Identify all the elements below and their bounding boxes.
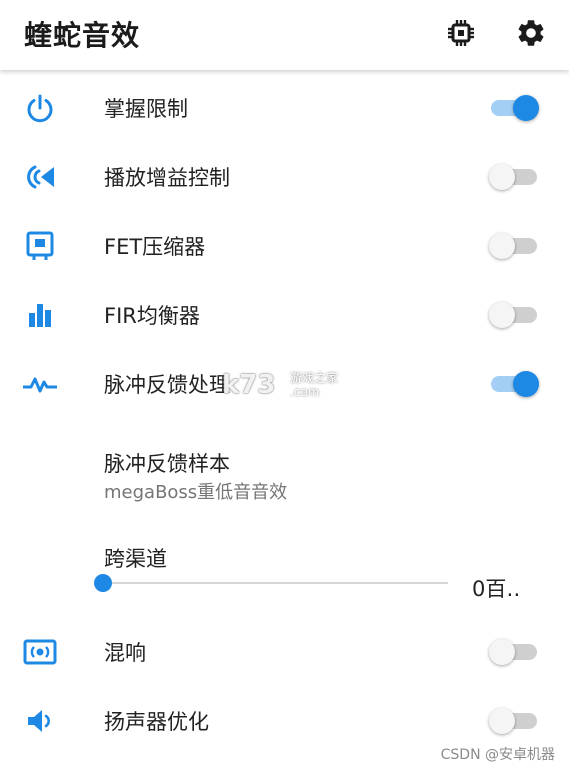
playback-gain-row[interactable]: 播放增益控制	[0, 142, 569, 212]
reverb-icon	[22, 634, 58, 670]
impulse-sample-item[interactable]: 脉冲反馈样本 megaBoss重低音音效	[0, 430, 569, 510]
speaker-icon	[22, 703, 58, 739]
toggle-thumb	[489, 708, 515, 734]
speaker-optimization-toggle[interactable]	[489, 708, 539, 734]
crossfeed-label: 跨渠道	[104, 547, 167, 571]
reverb-row[interactable]: 混响	[0, 617, 569, 687]
k73-watermark-sub: 游戏之家 .com	[290, 371, 338, 399]
impulse-sample-value: megaBoss重低音音效	[104, 482, 288, 503]
csdn-watermark: CSDN @安卓机器	[440, 747, 555, 763]
impulse-response-toggle[interactable]	[491, 371, 539, 397]
fir-equalizer-row[interactable]: FIR均衡器	[0, 280, 569, 350]
playback-gain-label: 播放增益控制	[104, 166, 230, 190]
equalizer-bars-icon	[22, 297, 58, 333]
crossfeed-slider-track[interactable]	[103, 582, 448, 584]
toggle-thumb	[489, 164, 515, 190]
reverb-label: 混响	[104, 641, 146, 665]
toggle-thumb	[489, 639, 515, 665]
fet-compressor-toggle[interactable]	[489, 233, 539, 259]
limiter-row[interactable]: 掌握限制	[0, 73, 569, 143]
playback-gain-toggle[interactable]	[489, 164, 539, 190]
cpu-chip-icon	[448, 20, 474, 46]
crossfeed-slider-thumb[interactable]	[94, 574, 112, 592]
limiter-toggle[interactable]	[491, 95, 539, 121]
fet-compressor-row[interactable]: FET压缩器	[0, 211, 569, 281]
k73-watermark: k73	[222, 370, 276, 400]
fet-compressor-label: FET压缩器	[104, 235, 206, 259]
volume-gain-icon	[22, 159, 58, 195]
toggle-thumb	[513, 371, 539, 397]
toggle-thumb	[489, 233, 515, 259]
reverb-toggle[interactable]	[489, 639, 539, 665]
cpu-chip-button[interactable]	[444, 16, 478, 50]
watermark-line2: .com	[290, 385, 320, 399]
page-title: 蝰蛇音效	[24, 19, 141, 52]
toggle-thumb	[489, 302, 515, 328]
compressor-icon	[22, 228, 58, 264]
crossfeed-value: 0百‥	[472, 577, 521, 601]
toggle-thumb	[513, 95, 539, 121]
impulse-response-row[interactable]: 脉冲反馈处理	[0, 349, 569, 419]
gear-icon	[518, 20, 544, 46]
power-icon	[22, 90, 58, 126]
speaker-optimization-label: 扬声器优化	[104, 710, 209, 734]
fir-equalizer-toggle[interactable]	[489, 302, 539, 328]
watermark-line1: 游戏之家	[290, 371, 339, 385]
impulse-response-label: 脉冲反馈处理	[104, 373, 230, 397]
limiter-label: 掌握限制	[104, 97, 188, 121]
pulse-wave-icon	[22, 366, 58, 402]
fir-equalizer-label: FIR均衡器	[104, 304, 200, 328]
app-bar: 蝰蛇音效	[0, 0, 569, 70]
impulse-sample-title: 脉冲反馈样本	[104, 452, 230, 476]
settings-button[interactable]	[514, 16, 548, 50]
